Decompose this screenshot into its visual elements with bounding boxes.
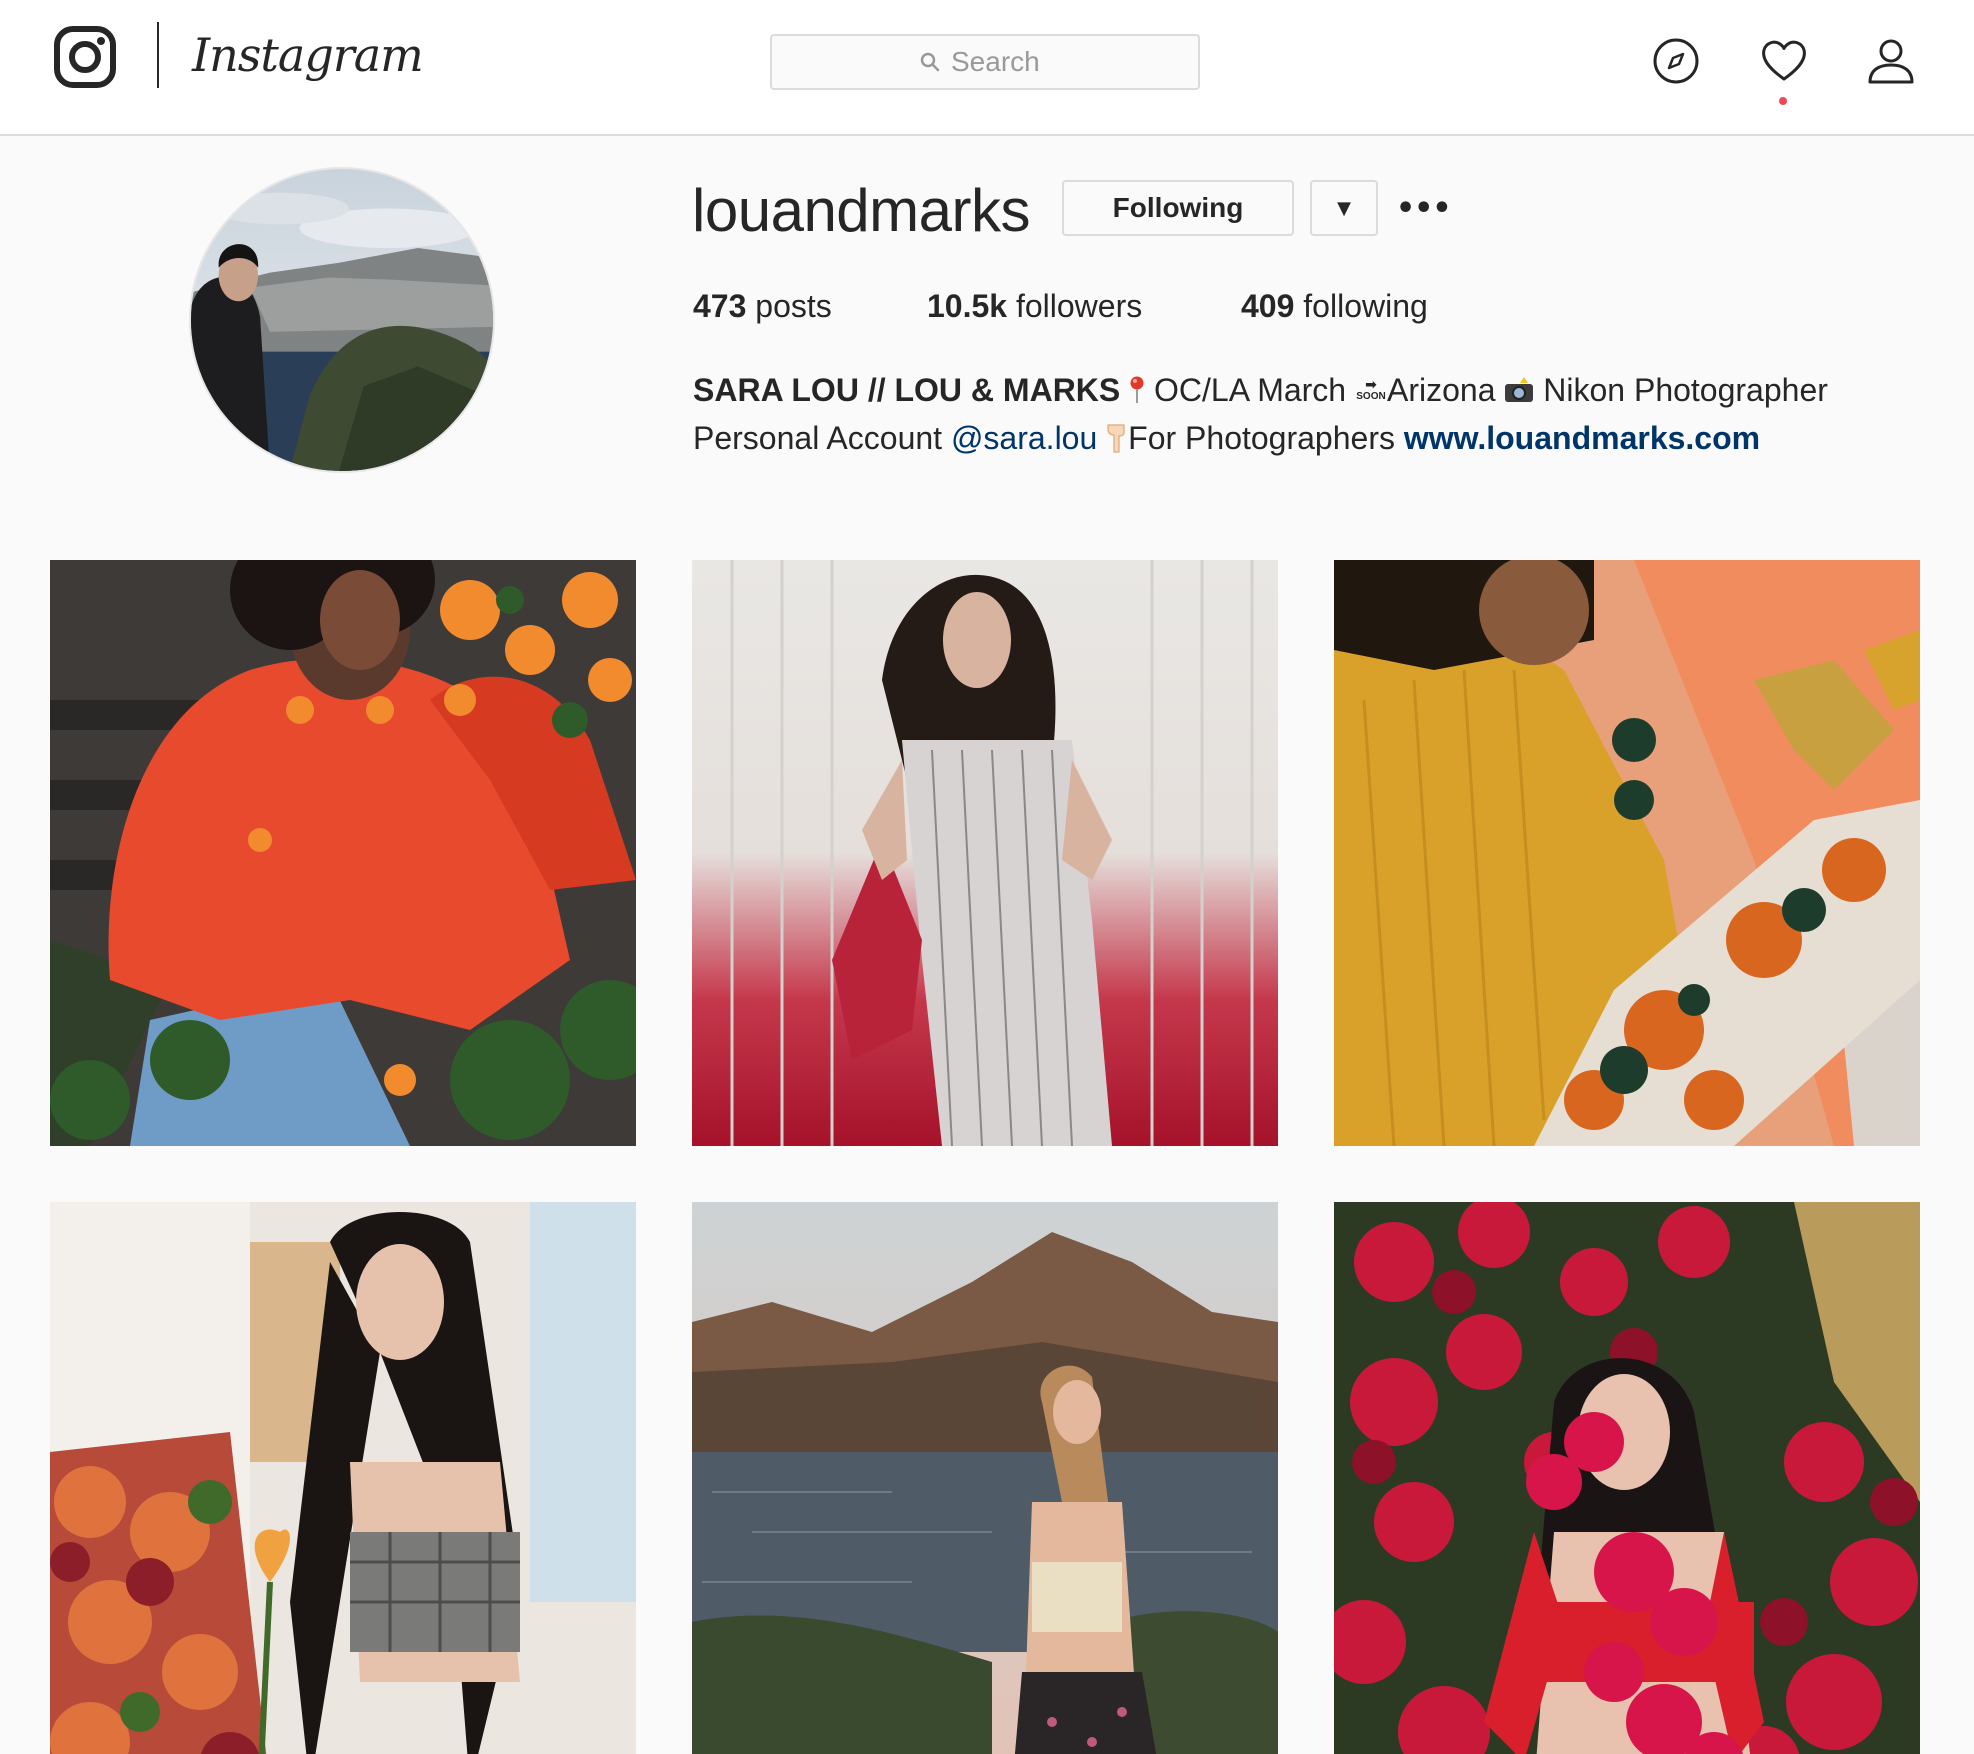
bio-destination: Arizona	[1386, 372, 1496, 408]
post-image-striped-jumpsuit	[692, 560, 1278, 1146]
bio-role: Nikon Photographer	[1543, 372, 1828, 408]
post-tile-3[interactable]	[1334, 560, 1920, 1146]
post-tile-1[interactable]	[50, 560, 636, 1146]
instagram-camera-icon[interactable]	[54, 26, 116, 88]
followers-label: followers	[1015, 288, 1143, 324]
post-tile-4[interactable]	[50, 1202, 636, 1754]
followers-stat[interactable]: 10.5k followers	[927, 286, 1142, 326]
camera-with-flash-icon	[1505, 377, 1534, 402]
post-image-red-sweater	[50, 560, 636, 1146]
following-label: following	[1303, 288, 1428, 324]
more-options-button[interactable]: •••	[1396, 180, 1452, 236]
soon-badge-text: SOON	[1356, 391, 1386, 402]
posts-count: 473	[693, 288, 747, 324]
post-image-mustard-top	[1334, 560, 1920, 1146]
pointing-down-hand-icon	[1107, 424, 1125, 453]
followers-count: 10.5k	[927, 288, 1008, 324]
bio-for-photographers: For Photographers	[1128, 420, 1395, 456]
search-input[interactable]	[951, 46, 1051, 78]
search-icon	[920, 52, 940, 72]
logo-divider	[157, 22, 159, 88]
suggestions-dropdown-button[interactable]: ▼	[1310, 180, 1378, 236]
posts-label: posts	[755, 288, 832, 324]
bio-website-link[interactable]: www.louandmarks.com	[1404, 420, 1760, 456]
bio-full-name: SARA LOU // LOU & MARKS	[693, 372, 1121, 408]
bio-line-2: Personal Account @sara.lou For Photograp…	[693, 414, 1953, 462]
dropdown-arrow-icon: ▼	[1337, 197, 1351, 219]
following-count: 409	[1241, 288, 1295, 324]
bio-personal-account: Personal Account	[693, 420, 943, 456]
post-image-bougainvillea	[1334, 1202, 1920, 1754]
profile-avatar[interactable]	[189, 167, 495, 473]
following-stat[interactable]: 409 following	[1241, 286, 1428, 326]
post-tile-5[interactable]	[692, 1202, 1278, 1754]
compass-icon[interactable]	[1651, 36, 1701, 86]
post-image-plaid-top	[50, 1202, 636, 1754]
search-box[interactable]	[770, 34, 1200, 90]
top-navigation-bar: Instagram	[0, 0, 1974, 136]
soon-arrow-icon: ➡ SOON	[1356, 376, 1386, 402]
instagram-wordmark[interactable]: Instagram	[192, 20, 424, 90]
post-tile-2[interactable]	[692, 560, 1278, 1146]
bio-mention-link[interactable]: @sara.lou	[951, 420, 1097, 456]
heart-icon[interactable]	[1759, 36, 1809, 86]
posts-stat: 473 posts	[693, 286, 832, 326]
bio-line-1: SARA LOU // LOU & MARKS OC/LA March ➡ SOO…	[693, 366, 1953, 414]
profile-username: louandmarks	[692, 177, 1031, 244]
activity-notification-dot	[1779, 97, 1787, 105]
person-icon[interactable]	[1866, 36, 1916, 86]
bio-location: OC/LA March	[1154, 372, 1347, 408]
round-pushpin-icon	[1130, 376, 1144, 403]
following-button[interactable]: Following	[1062, 180, 1294, 236]
profile-bio: SARA LOU // LOU & MARKS OC/LA March ➡ SOO…	[693, 366, 1953, 462]
post-image-lake-mountain	[692, 1202, 1278, 1754]
post-tile-6[interactable]	[1334, 1202, 1920, 1754]
